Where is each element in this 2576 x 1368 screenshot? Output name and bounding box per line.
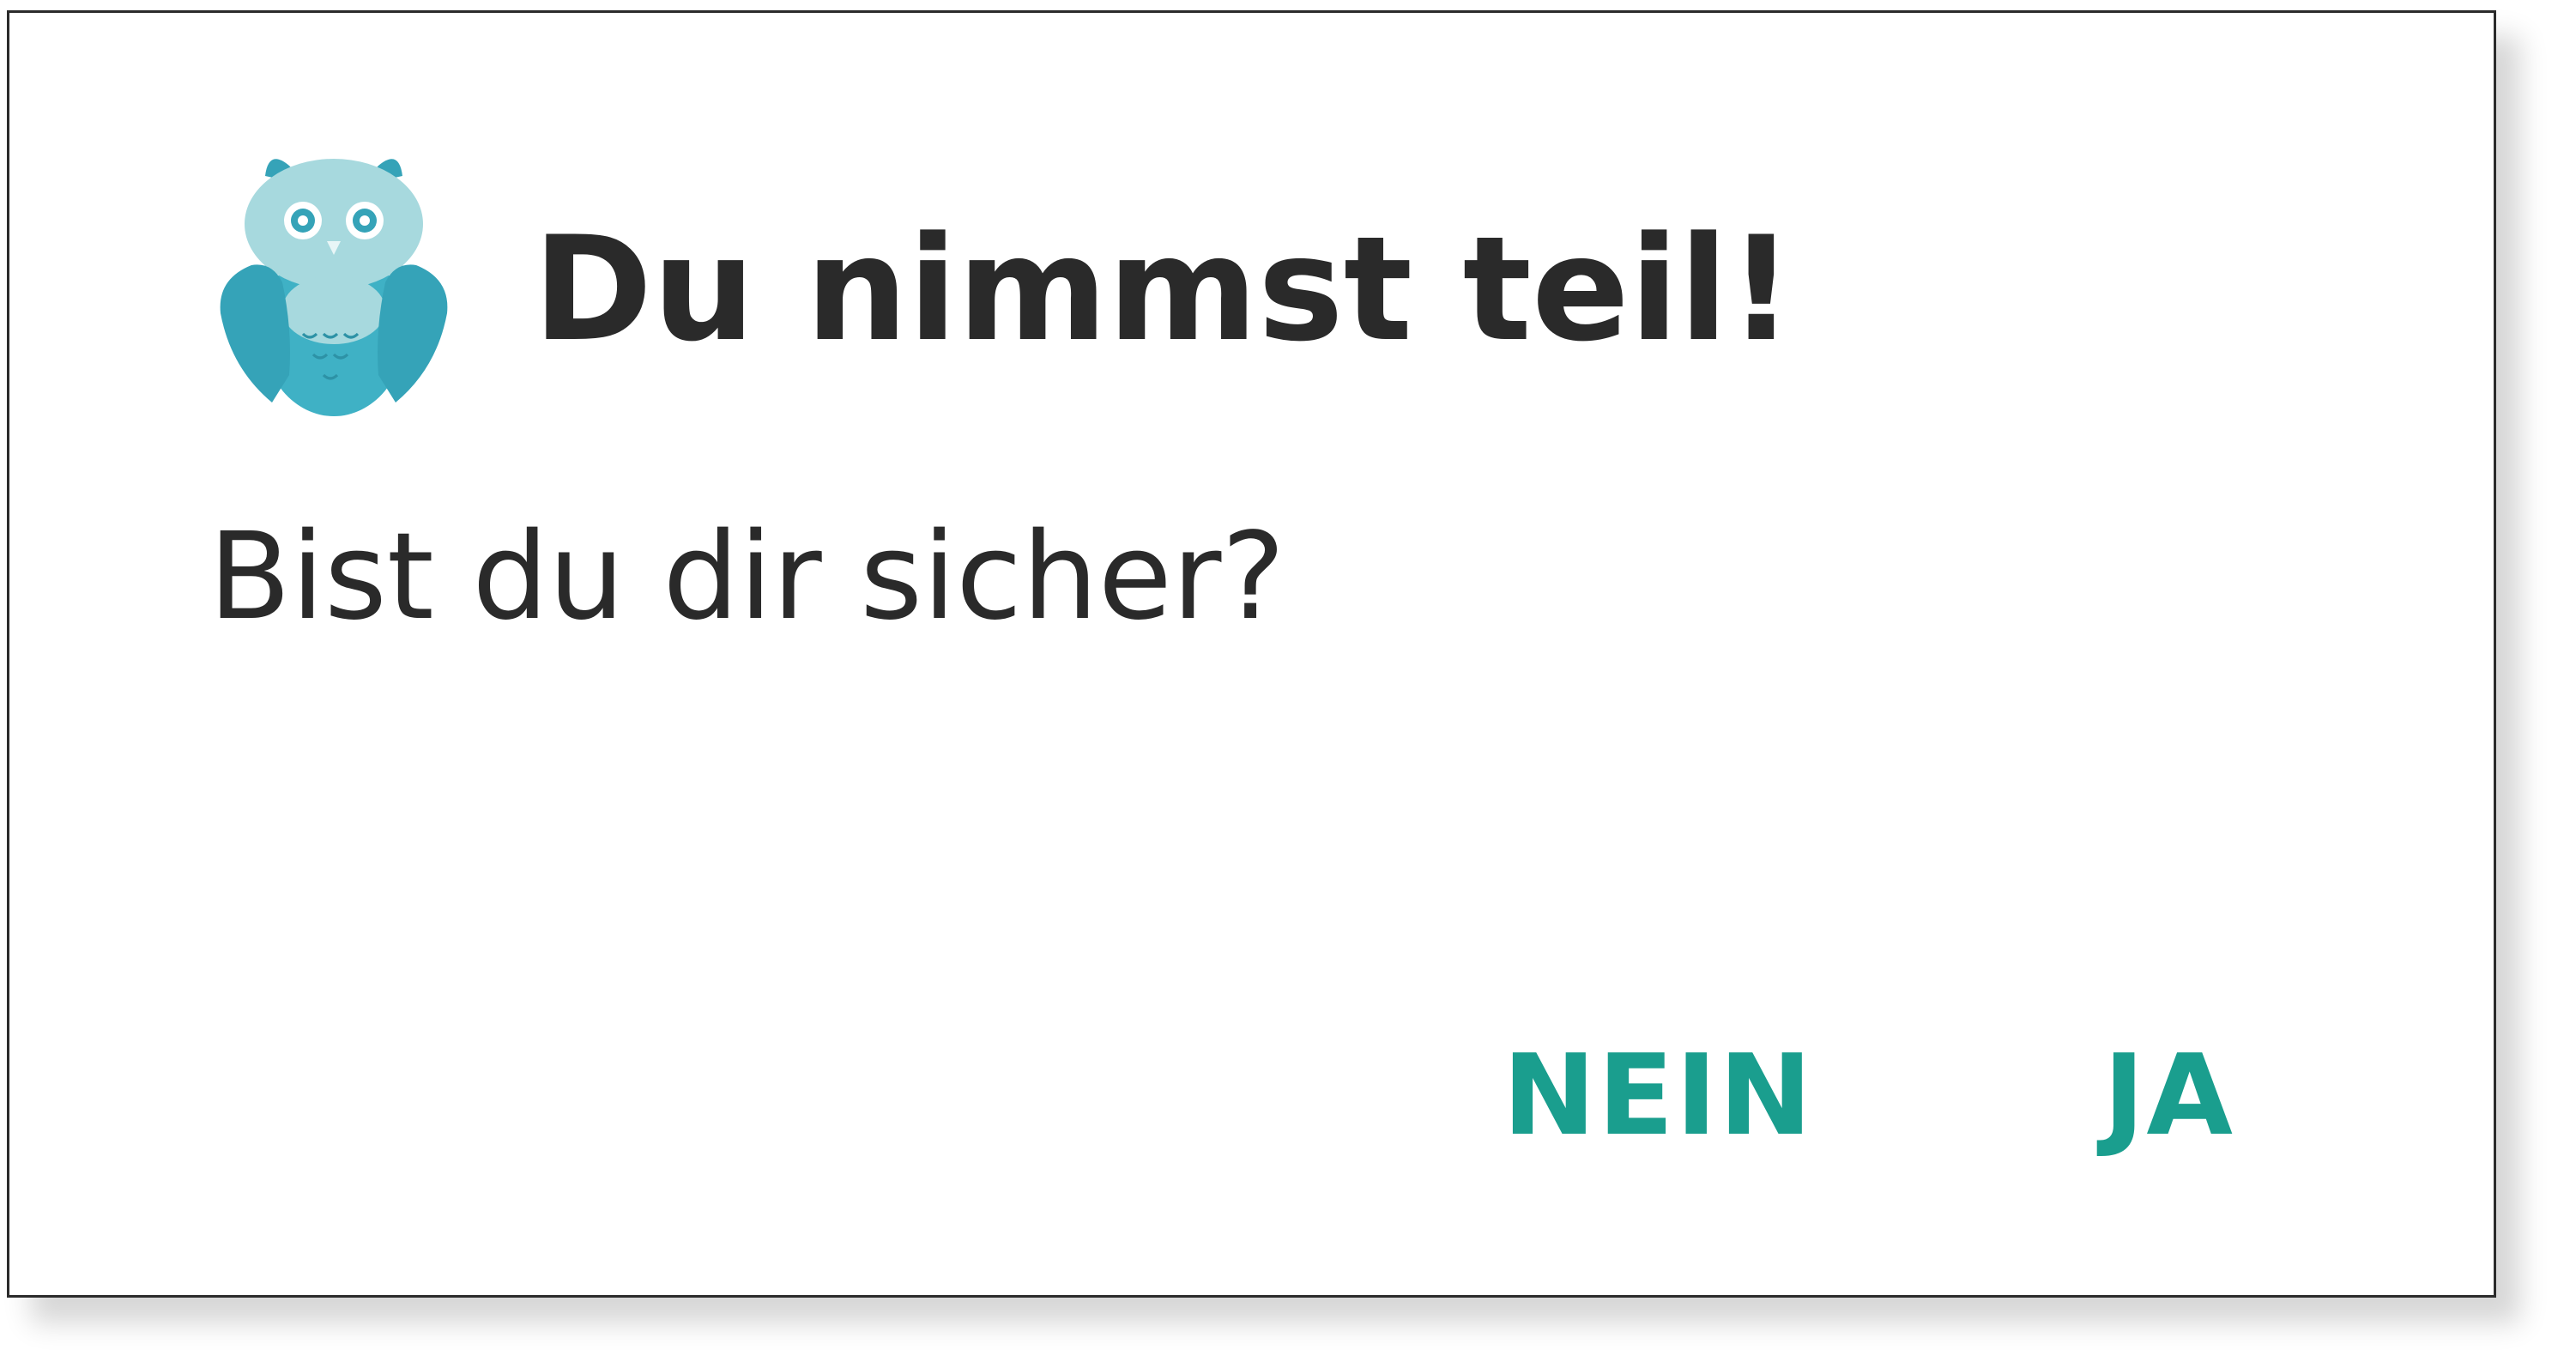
no-button[interactable]: NEIN [1503,1039,1814,1151]
dialog-title: Du nimmst teil! [533,205,1794,373]
owl-icon [220,159,448,416]
dialog-message: Bist du dir sicher? [209,507,1285,647]
confirm-dialog: Du nimmst teil! Bist du dir sicher? NEIN… [7,10,2496,1298]
yes-button[interactable]: JA [2103,1039,2234,1151]
